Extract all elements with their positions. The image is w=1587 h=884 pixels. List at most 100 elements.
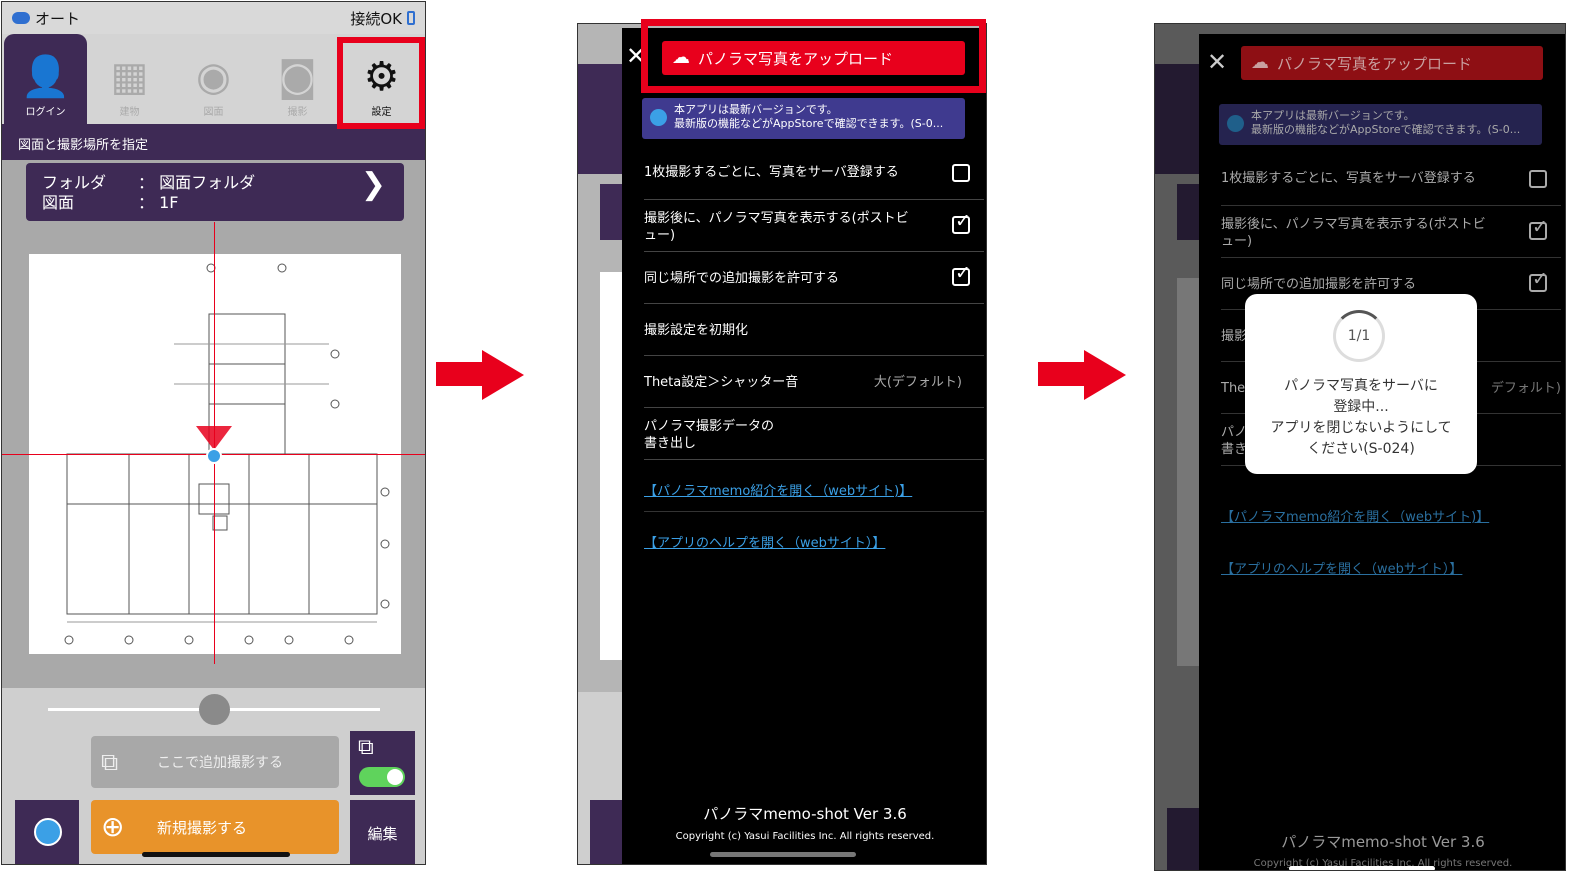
- version-line-1: 本アプリは最新バージョンです。: [674, 103, 838, 116]
- version-line-1: 本アプリは最新バージョンです。: [1251, 109, 1415, 122]
- tab-building[interactable]: ▦ 建物: [88, 34, 171, 124]
- photo-stack-icon: ⧉: [358, 735, 374, 760]
- help-website-link: 【アプリのヘルプを開く（webサイト）】: [1221, 562, 1463, 577]
- copyright-text: Copyright (c) Yasui Facilities Inc. All …: [675, 831, 935, 842]
- setting-label: 撮影: [1221, 329, 1248, 344]
- tab-capture[interactable]: ◙ 撮影: [256, 34, 339, 124]
- add-capture-button[interactable]: ⧉ ここで追加撮影する: [91, 736, 339, 788]
- mode-label: オート: [35, 9, 81, 28]
- background-tabbar: [578, 64, 622, 174]
- version-line-2: 最新版の機能などがAppStoreで確認できます。(S-0...: [1251, 123, 1521, 136]
- add-photo-icon: ⧉: [101, 748, 119, 776]
- folder-label: フォルダ: [42, 173, 107, 192]
- help-website-link[interactable]: 【アプリのヘルプを開く（webサイト）】: [644, 532, 885, 551]
- checkbox-checked: [1529, 219, 1548, 240]
- screen-1-main: オート 接続OK 👤 ログイン ▦ 建物 ◉ 図面 ◙ 撮影 ⚙ 設定 図面と撮…: [1, 1, 426, 865]
- connection-status: 接続OK: [350, 9, 402, 28]
- arrow-right-icon: [1038, 350, 1128, 400]
- camera-icon: ◙: [278, 54, 317, 100]
- version-line-2: 最新版の機能などがAppStoreで確認できます。(S-0...: [674, 117, 944, 130]
- setting-label: 同じ場所での追加撮影を許可する: [644, 271, 840, 286]
- plan-value: 1F: [159, 193, 179, 212]
- intro-website-link[interactable]: 【パノラマmemo紹介を開く（webサイト)】: [644, 480, 912, 499]
- zoom-slider-knob[interactable]: [199, 694, 230, 725]
- settings-highlight-box: [337, 37, 425, 129]
- folder-value: 図面フォルダ: [159, 173, 256, 192]
- progress-message: パノラマ写真をサーバに 登録中... アプリを閉じないようにして ください(S-…: [1245, 376, 1477, 460]
- close-icon[interactable]: ✕: [1207, 48, 1227, 76]
- message-line: アプリを閉じないようにして: [1270, 420, 1452, 436]
- plus-circle-icon: ⊕: [101, 810, 125, 843]
- setting-label: Theta設定＞シャッター音: [644, 375, 799, 390]
- check-circle-icon: [650, 109, 667, 126]
- settings-menu: ✕ ☁ パノラマ写真をアップロード 本アプリは最新バージョンです。 最新版の機能…: [622, 28, 986, 864]
- checkbox-checked: [1529, 271, 1548, 292]
- setting-label: 同じ場所での追加撮影を許可する: [1221, 277, 1417, 292]
- screen-2-settings: ✕ ☁ パノラマ写真をアップロード 本アプリは最新バージョンです。 最新版の機能…: [577, 23, 987, 865]
- background-folder: [600, 184, 622, 240]
- setting-post-view: 撮影後に、パノラマ写真を表示する(ポストビュー): [1221, 206, 1561, 258]
- tab-label: 撮影: [287, 107, 308, 118]
- new-capture-button[interactable]: ⊕ 新規撮影する: [91, 800, 339, 854]
- setting-shutter-sound[interactable]: Theta設定＞シャッター音 大(デフォルト): [644, 356, 984, 408]
- background-button: [590, 800, 622, 864]
- cloud-upload-icon: ☁: [1251, 52, 1269, 73]
- setting-register-each[interactable]: 1枚撮影するごとに、写真をサーバ登録する: [644, 148, 984, 200]
- setting-label: 撮影後に、パノラマ写真を表示する(ポストビュー): [1221, 217, 1486, 249]
- setting-export[interactable]: パノラマ撮影データの書き出し: [644, 408, 984, 460]
- intro-website-link: 【パノラマmemo紹介を開く（webサイト)】: [1221, 510, 1490, 525]
- version-notice: 本アプリは最新バージョンです。 最新版の機能などがAppStoreで確認できます…: [1219, 104, 1542, 145]
- message-line: ください(S-024): [1307, 441, 1415, 457]
- setting-label: 撮影後に、パノラマ写真を表示する(ポストビュー): [644, 211, 909, 243]
- background-folder: [1177, 184, 1199, 240]
- background-plan: [1177, 278, 1199, 666]
- tab-label: ログイン: [25, 107, 66, 118]
- add-mode-toggle[interactable]: [359, 767, 405, 787]
- tab-login[interactable]: 👤 ログイン: [4, 34, 87, 124]
- checkbox-unchecked: [1529, 170, 1547, 188]
- user-key-icon: 👤: [20, 54, 71, 100]
- background-button: [1167, 808, 1199, 870]
- separator: ：: [138, 193, 155, 212]
- subtitle-bar: 図面と撮影場所を指定: [2, 124, 425, 160]
- upload-label: パノラマ写真をアップロード: [1277, 54, 1473, 73]
- setting-label: 1枚撮影するごとに、写真をサーバ登録する: [1221, 171, 1476, 186]
- background-plan: [600, 272, 622, 660]
- camera-status-button[interactable]: [15, 800, 79, 864]
- setting-label: パノラマ撮影データの書き出し: [644, 419, 775, 451]
- message-line: 登録中...: [1333, 399, 1389, 415]
- building-icon: ▦: [110, 54, 149, 100]
- check-circle-icon: [1227, 115, 1244, 132]
- upload-highlight-box: [641, 19, 986, 93]
- tab-plan[interactable]: ◉ 図面: [172, 34, 255, 124]
- setting-label: 1枚撮影するごとに、写真をサーバ登録する: [644, 165, 899, 180]
- setting-post-view[interactable]: 撮影後に、パノラマ写真を表示する(ポストビュー): [644, 200, 984, 252]
- status-dot-icon: [34, 818, 62, 846]
- checkbox-unchecked[interactable]: [952, 164, 970, 182]
- checkbox-checked[interactable]: [952, 265, 971, 286]
- setting-value: デフォルト): [1490, 381, 1561, 396]
- screen-3-uploading: ✕ ☁ パノラマ写真をアップロード 本アプリは最新バージョンです。 最新版の機能…: [1154, 23, 1566, 871]
- phone-icon: [407, 11, 415, 25]
- tab-label: 建物: [119, 107, 140, 118]
- folder-selector[interactable]: フォルダ ： 図面フォルダ 図面 ： 1F ❯: [26, 163, 404, 221]
- new-capture-label: 新規撮影する: [157, 818, 248, 837]
- status-bar: オート 接続OK: [2, 2, 425, 34]
- version-text: パノラマmemo-shot Ver 3.6: [1281, 833, 1485, 851]
- setting-register-each: 1枚撮影するごとに、写真をサーバ登録する: [1221, 154, 1561, 206]
- setting-reset[interactable]: 撮影設定を初期化: [644, 304, 984, 356]
- version-notice[interactable]: 本アプリは最新バージョンです。 最新版の機能などがAppStoreで確認できます…: [642, 98, 965, 139]
- setting-allow-additional[interactable]: 同じ場所での追加撮影を許可する: [644, 252, 984, 304]
- checkbox-checked[interactable]: [952, 213, 971, 234]
- location-marker[interactable]: [206, 448, 222, 464]
- home-indicator: [142, 852, 290, 857]
- home-indicator: [710, 852, 856, 857]
- progress-spinner: 1/1: [1333, 310, 1385, 362]
- edit-button[interactable]: 編集: [350, 800, 415, 864]
- setting-label: The: [1221, 381, 1246, 396]
- map-pin-icon: ◉: [196, 54, 231, 100]
- upload-progress-dialog: 1/1 パノラマ写真をサーバに 登録中... アプリを閉じないようにして くださ…: [1245, 294, 1477, 474]
- version-text: パノラマmemo-shot Ver 3.6: [703, 805, 907, 823]
- view-direction-icon: [196, 426, 232, 450]
- home-indicator: [1289, 866, 1435, 870]
